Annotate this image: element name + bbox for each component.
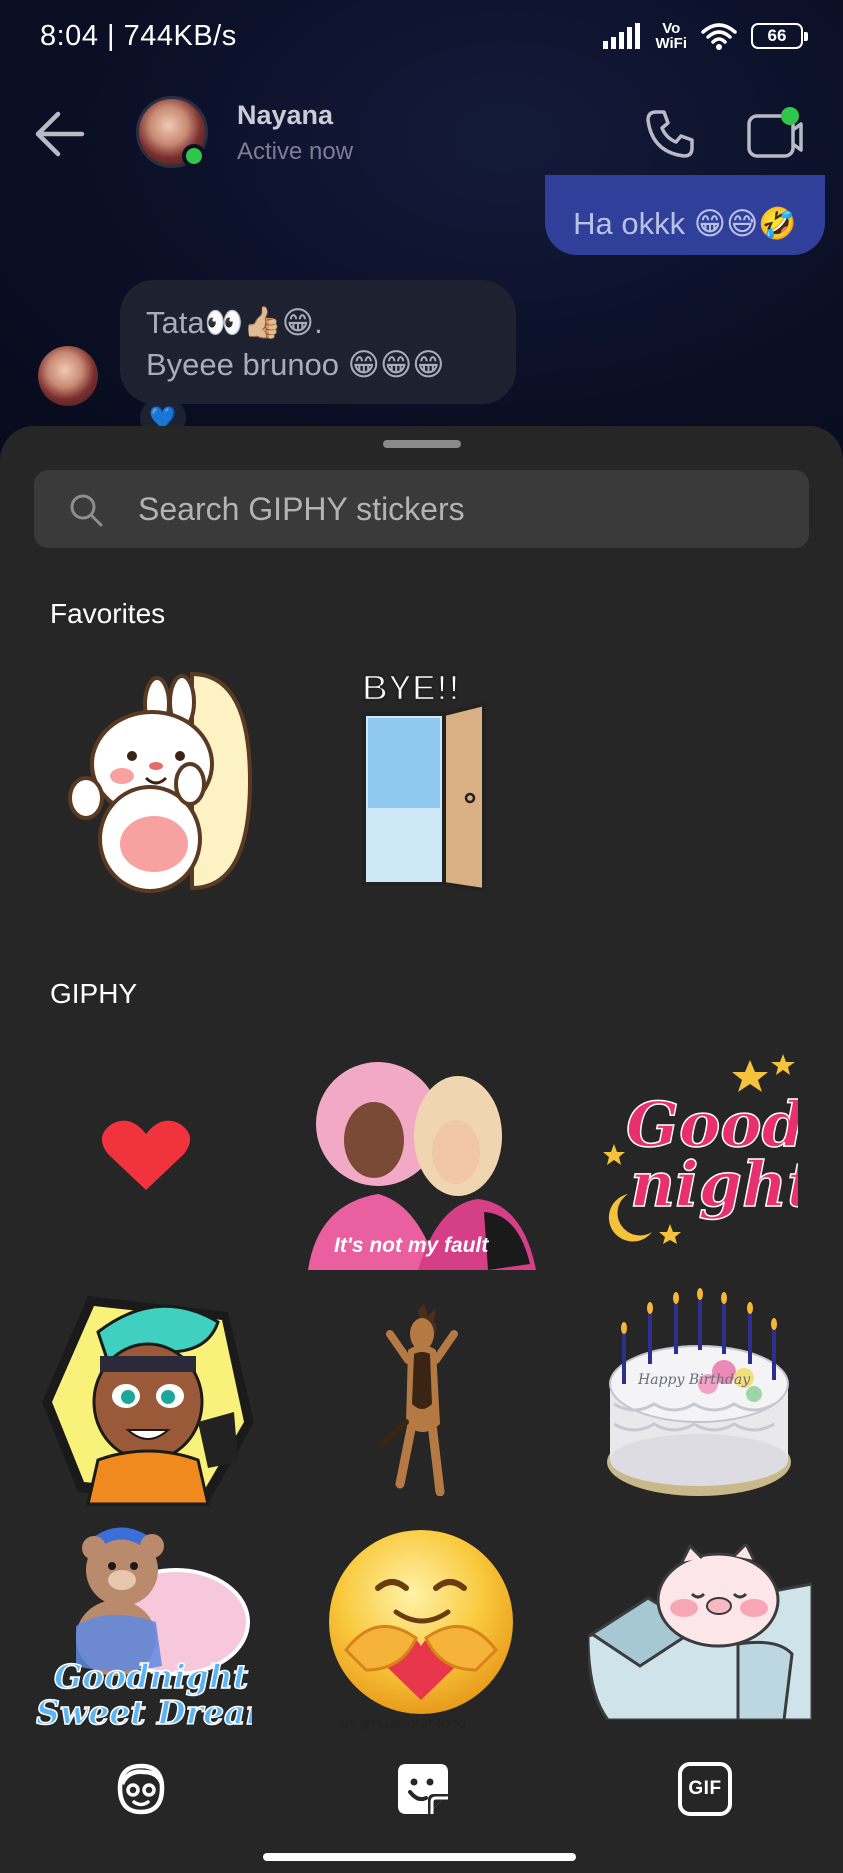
sticker-caption: night xyxy=(630,1148,798,1221)
battery-icon: 66 xyxy=(751,23,808,49)
gif-label: GIF xyxy=(688,1778,722,1799)
search-input[interactable] xyxy=(138,470,778,548)
sticker-caption: Sweet Dreams xyxy=(36,1693,252,1730)
incoming-message-line: Tata👀👍🏼😁. xyxy=(146,305,323,340)
wifi-icon xyxy=(701,23,737,50)
search-icon xyxy=(70,494,103,527)
contact-name[interactable]: Nayana xyxy=(237,100,333,131)
favorites-title: Favorites xyxy=(50,598,166,629)
incoming-message-line: Byeee brunoo 😁😁😁 xyxy=(146,347,445,382)
sticker-icon[interactable] xyxy=(396,1762,450,1816)
status-time: 8:04 | 744KB/s xyxy=(40,19,237,52)
sticker-caption: Goodnight xyxy=(54,1657,248,1696)
svg-text:BYE!!: BYE!! xyxy=(362,667,460,708)
bye-door-sticker[interactable]: BYE!! xyxy=(358,664,494,894)
sticker-caption: BY @FUJIKONPHOTO xyxy=(340,1717,467,1730)
bunny-peek-sticker[interactable] xyxy=(62,664,258,898)
search-bar[interactable] xyxy=(34,470,809,548)
contact-status: Active now xyxy=(237,138,354,165)
teddy-bear-sticker[interactable]: Goodnight Sweet Dreams xyxy=(36,1526,252,1730)
avatar-icon[interactable] xyxy=(114,1762,168,1816)
hugging-face-sticker[interactable]: BY @FUJIKONPHOTO xyxy=(326,1530,516,1730)
dancing-dog-sticker[interactable] xyxy=(378,1304,464,1496)
battery-level: 66 xyxy=(767,26,787,45)
its-not-my-fault-sticker[interactable]: It's not my fault xyxy=(308,1054,536,1270)
online-indicator xyxy=(182,144,206,168)
vowifi-top: Vo xyxy=(662,20,681,37)
sticker-caption: Happy Birthday xyxy=(637,1372,751,1388)
cartoon-girl-sticker[interactable] xyxy=(38,1292,258,1508)
outgoing-message-text: Ha okkk 😁😅🤣 xyxy=(573,205,797,241)
video-call-icon[interactable] xyxy=(746,106,804,162)
giphy-title: GIPHY xyxy=(50,978,138,1009)
good-night-sticker[interactable]: Good night xyxy=(600,1054,798,1244)
chat-header: Nayana Active now xyxy=(0,88,843,180)
signal-icon xyxy=(603,23,641,49)
status-bar: 8:04 | 744KB/s Vo WiFi 66 xyxy=(0,0,843,72)
vowifi-icon: Vo WiFi xyxy=(655,21,687,51)
red-heart-sticker[interactable] xyxy=(100,1118,192,1192)
drag-handle[interactable] xyxy=(383,440,461,448)
incoming-message[interactable]: Tata👀👍🏼😁. Byeee brunoo 😁😁😁 xyxy=(120,280,516,404)
status-icons: Vo WiFi 66 xyxy=(603,21,808,51)
outgoing-message[interactable]: Ha okkk 😁😅🤣 xyxy=(545,175,825,255)
sticker-caption: It's not my fault xyxy=(334,1234,489,1257)
sender-avatar xyxy=(38,346,98,406)
sleepy-pig-sticker[interactable] xyxy=(588,1544,812,1720)
phone-icon[interactable] xyxy=(644,108,696,160)
back-arrow-icon[interactable] xyxy=(34,110,86,158)
birthday-cake-sticker[interactable]: Happy Birthday xyxy=(604,1284,794,1504)
vowifi-bottom: WiFi xyxy=(655,35,687,52)
home-indicator[interactable] xyxy=(263,1853,576,1861)
gif-icon[interactable]: GIF xyxy=(678,1762,732,1816)
